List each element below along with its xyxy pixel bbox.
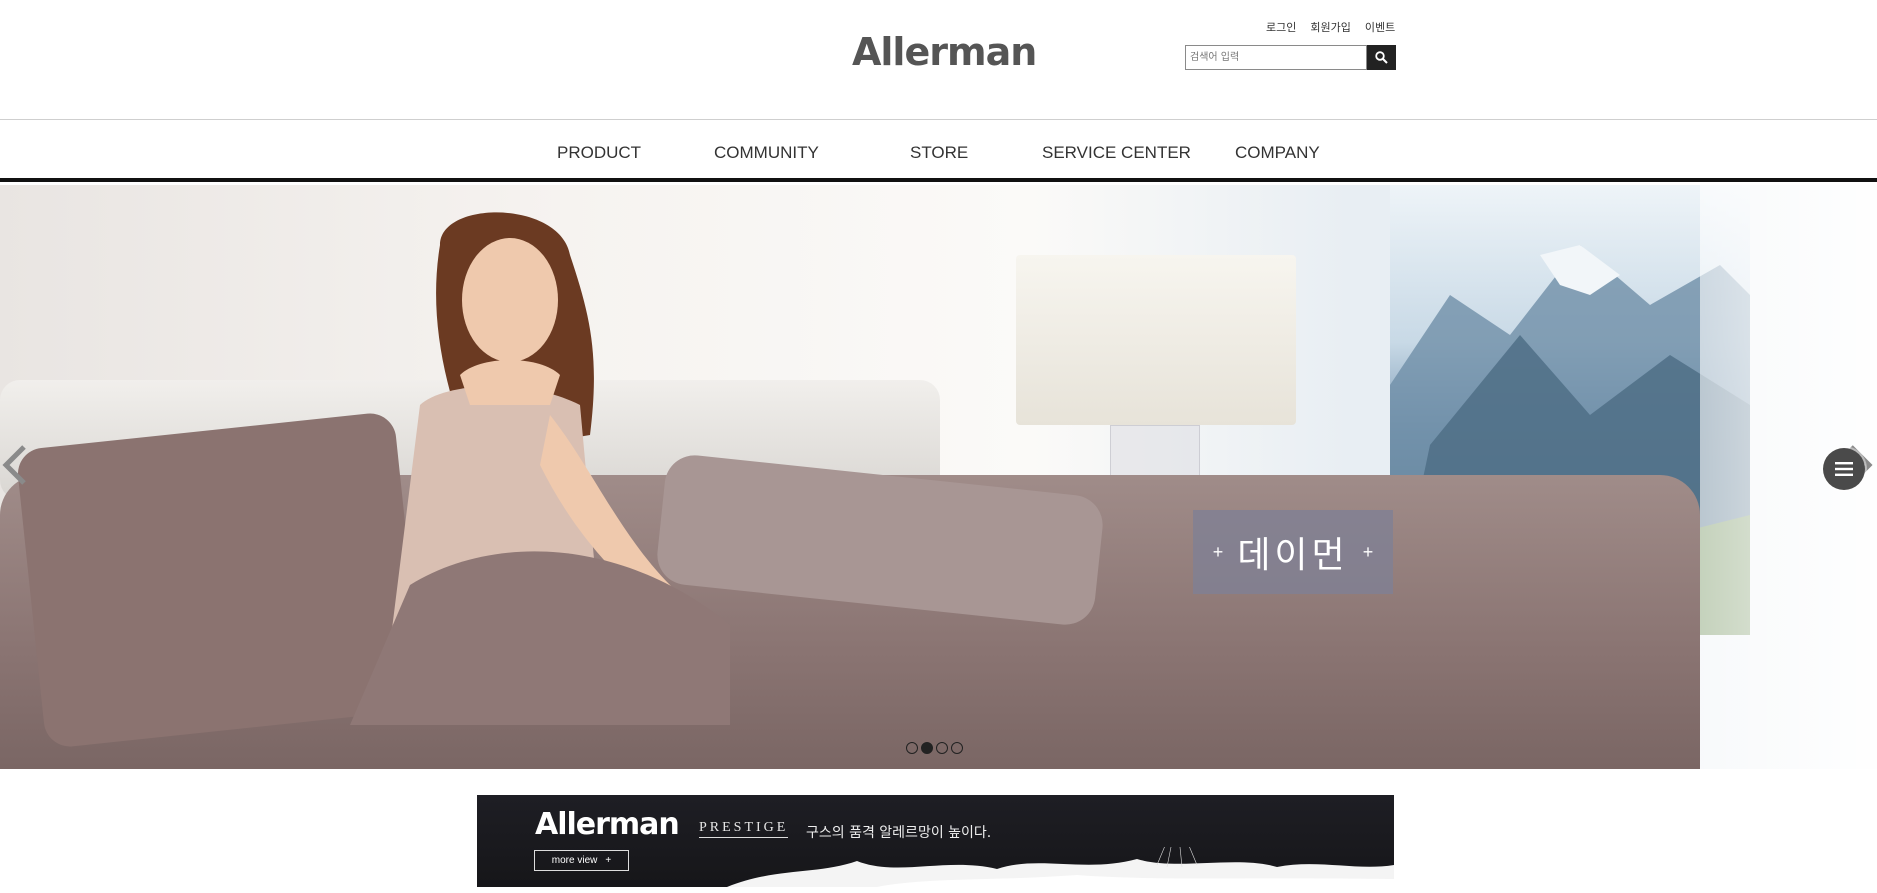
slider-dot-active[interactable]: [921, 742, 933, 754]
slider-prev-button[interactable]: [0, 435, 30, 495]
nav-product[interactable]: PRODUCT: [557, 143, 641, 163]
nav-store[interactable]: STORE: [910, 143, 968, 163]
top-links: 로그인 회원가입 이벤트: [1266, 19, 1395, 35]
search-input[interactable]: [1185, 45, 1367, 70]
slider-dot[interactable]: [951, 742, 963, 754]
prestige-banner[interactable]: Allerman PRESTIGE 구스의 품격 알레르망이 높이다. more…: [477, 795, 1394, 887]
caption-text: 데이먼: [1237, 535, 1349, 576]
slider-dot[interactable]: [906, 742, 918, 754]
quick-menu-button[interactable]: [1823, 448, 1865, 490]
site-logo[interactable]: Allerman: [852, 30, 1037, 74]
banner-sub-brand: PRESTIGE: [699, 820, 789, 838]
nav-service-center[interactable]: SERVICE CENTER: [1042, 143, 1191, 163]
nav-company[interactable]: COMPANY: [1235, 143, 1320, 163]
signup-link[interactable]: 회원가입: [1310, 19, 1350, 35]
caption-plus-right: +: [1362, 541, 1374, 562]
slider-pagination: [906, 742, 963, 754]
hero-model-image: [350, 212, 730, 725]
feather-decoration: [727, 847, 1394, 887]
login-link[interactable]: 로그인: [1266, 19, 1296, 35]
caption-plus-left: +: [1212, 541, 1224, 562]
slide-caption[interactable]: + 데이먼 +: [1193, 510, 1393, 594]
hero-slider: + 데이먼 +: [0, 185, 1877, 769]
hero-lamp-shade: [1016, 255, 1296, 425]
chevron-left-icon: [2, 445, 26, 485]
main-nav: PRODUCT COMMUNITY STORE SERVICE CENTER C…: [0, 121, 1877, 182]
hamburger-icon: [1835, 462, 1853, 476]
nav-community[interactable]: COMMUNITY: [714, 143, 819, 163]
search-box: [1185, 45, 1396, 70]
banner-logo: Allerman: [535, 807, 680, 842]
site-header: Allerman 로그인 회원가입 이벤트: [0, 0, 1877, 120]
banner-tagline: 구스의 품격 알레르망이 높이다.: [806, 825, 992, 841]
search-button[interactable]: [1367, 45, 1396, 70]
slider-dot[interactable]: [936, 742, 948, 754]
event-link[interactable]: 이벤트: [1365, 19, 1395, 35]
search-icon: [1375, 51, 1388, 64]
